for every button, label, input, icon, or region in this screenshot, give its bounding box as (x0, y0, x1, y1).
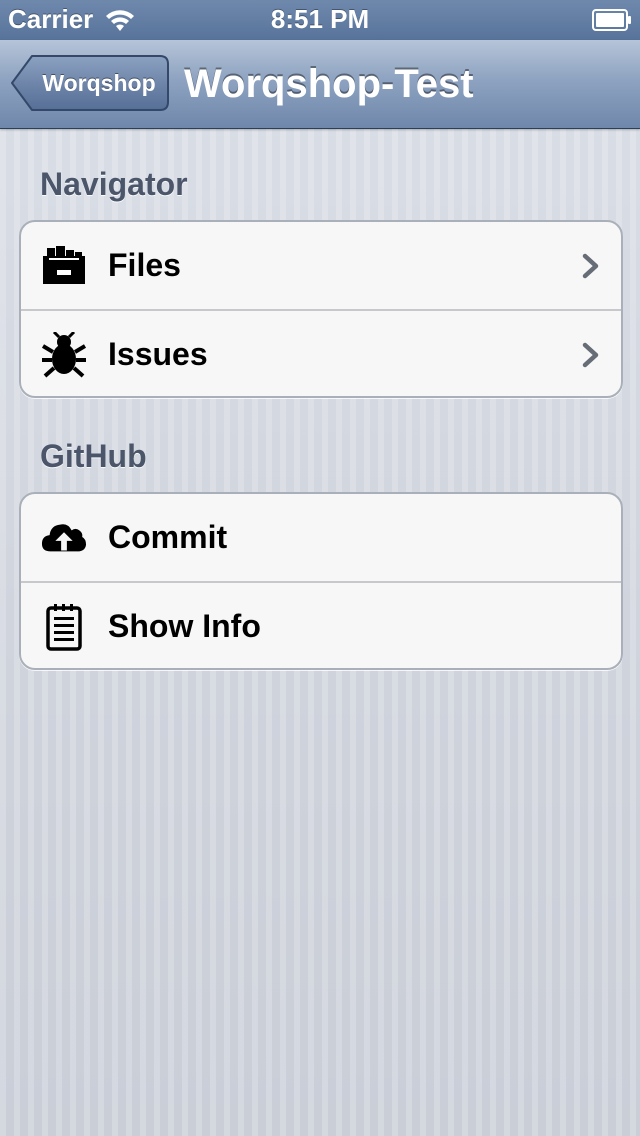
github-group: Commit Show Info (19, 492, 623, 670)
cloud-upload-icon (41, 515, 87, 561)
row-show-info[interactable]: Show Info (21, 581, 621, 668)
file-cabinet-icon (41, 243, 87, 289)
chevron-right-icon (582, 342, 599, 367)
row-issues[interactable]: Issues (21, 309, 621, 396)
section-header-navigator: Navigator (40, 166, 188, 202)
navigation-bar: Worqshop Worqshop-Test (0, 40, 640, 129)
navigator-group: Files Issues (19, 220, 623, 398)
row-label-files: Files (108, 247, 181, 283)
status-time: 8:51 PM (270, 4, 370, 34)
row-label-issues: Issues (108, 336, 208, 372)
back-button[interactable]: Worqshop (10, 54, 170, 112)
row-commit[interactable]: Commit (21, 494, 621, 581)
notepad-icon (41, 603, 87, 651)
row-label-show-info: Show Info (108, 608, 261, 644)
row-files[interactable]: Files (21, 222, 621, 309)
back-button-label: Worqshop (42, 70, 156, 96)
nav-title: Worqshop-Test (184, 62, 474, 106)
chevron-right-icon (582, 253, 599, 278)
bug-icon (41, 331, 87, 378)
status-bar: Carrier 8:51 PM (0, 0, 640, 40)
row-label-commit: Commit (108, 519, 228, 555)
battery-icon (592, 9, 631, 31)
section-header-github: GitHub (40, 438, 147, 474)
